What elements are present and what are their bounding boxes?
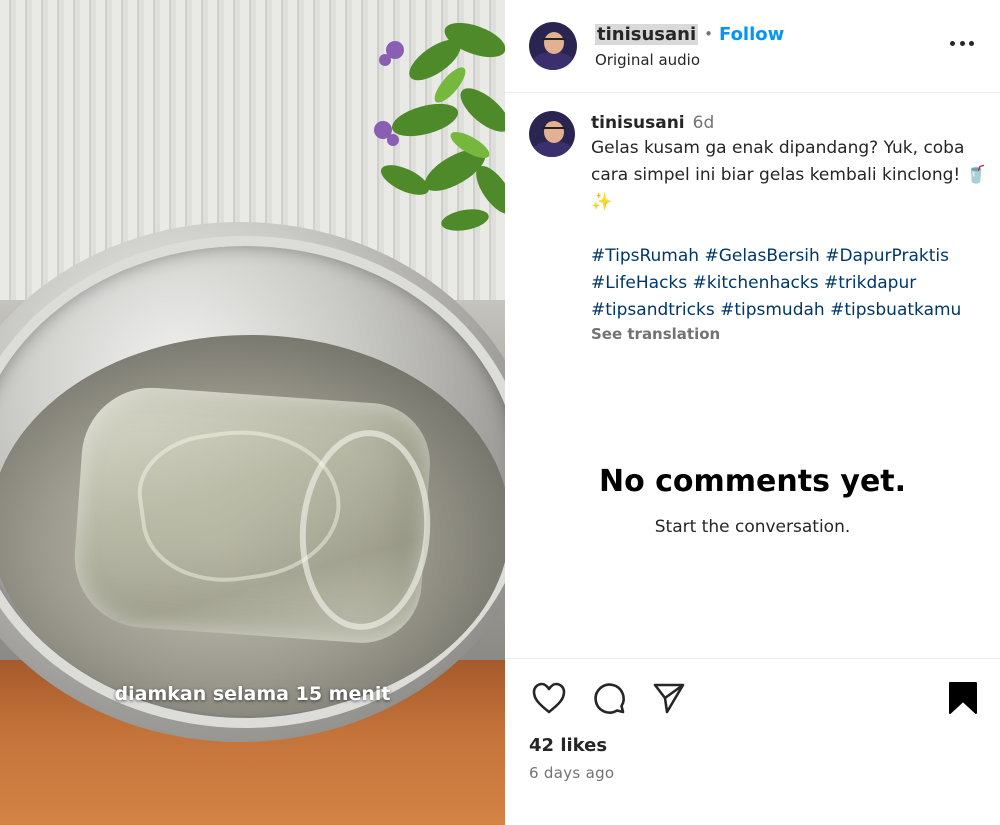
- caption-hashtags[interactable]: #TipsRumah #GelasBersih #DapurPraktis #L…: [591, 243, 991, 324]
- comments-area: tinisusani 6d Gelas kusam ga enak dipanda…: [505, 93, 1000, 658]
- header-text: tinisusani • Follow Original audio: [595, 23, 784, 69]
- more-options-icon[interactable]: [950, 38, 974, 48]
- separator-dot: •: [704, 25, 713, 43]
- avatar-body: [531, 52, 575, 70]
- no-comments-subtitle: Start the conversation.: [654, 517, 851, 537]
- follow-button[interactable]: Follow: [719, 24, 784, 45]
- see-translation-link[interactable]: See translation: [591, 324, 991, 344]
- no-comments-state: No comments yet. Start the conversation.: [505, 464, 1000, 537]
- bookmark-filled-icon[interactable]: [948, 681, 980, 717]
- action-icons: [529, 677, 976, 719]
- avatar-glasses: [542, 127, 566, 133]
- post-video[interactable]: diamkan selama 15 menit: [0, 0, 505, 825]
- caption-row: tinisusani 6d Gelas kusam ga enak dipanda…: [529, 111, 1000, 344]
- original-audio-link[interactable]: Original audio: [595, 51, 784, 69]
- caption-avatar[interactable]: [529, 111, 575, 157]
- caption-time[interactable]: 6d: [693, 113, 715, 133]
- caption-user-row: tinisusani 6d: [591, 111, 991, 135]
- caption-username[interactable]: tinisusani: [591, 113, 685, 133]
- post-header: tinisusani • Follow Original audio: [505, 0, 1000, 93]
- post-viewer: diamkan selama 15 menit tinisusani • Fol…: [0, 0, 1000, 825]
- plant-decoration: [374, 22, 505, 231]
- heart-icon[interactable]: [529, 678, 569, 718]
- post-side-panel: tinisusani • Follow Original audio tinis…: [505, 0, 1000, 825]
- likes-count[interactable]: 42 likes: [529, 735, 976, 756]
- avatar[interactable]: [529, 22, 577, 70]
- header-row: tinisusani • Follow: [595, 23, 784, 45]
- avatar-glasses: [542, 38, 566, 44]
- no-comments-title: No comments yet.: [598, 464, 907, 499]
- caption-body: tinisusani 6d Gelas kusam ga enak dipanda…: [591, 111, 991, 344]
- comment-bubble-icon[interactable]: [589, 678, 629, 718]
- paper-plane-icon[interactable]: [649, 678, 689, 718]
- header-username[interactable]: tinisusani: [595, 23, 699, 45]
- post-timestamp[interactable]: 6 days ago: [529, 764, 976, 782]
- post-actions: 42 likes 6 days ago: [505, 658, 1000, 825]
- video-caption-overlay: diamkan selama 15 menit: [114, 683, 391, 705]
- avatar-body: [531, 141, 575, 157]
- caption-text: Gelas kusam ga enak dipandang? Yuk, coba…: [591, 138, 987, 212]
